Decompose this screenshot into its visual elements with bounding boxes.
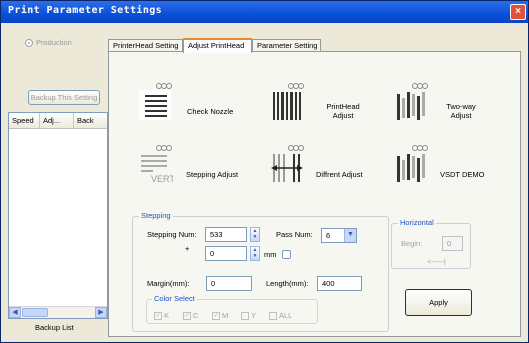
printhead-adjust-label[interactable]: PrintHead Adjust	[323, 102, 363, 120]
horizontal-arrow-text: <-----|	[427, 257, 446, 266]
mm-checkbox[interactable]	[282, 250, 291, 259]
two-way-adjust-icon[interactable]	[393, 82, 429, 122]
checkbox-box-icon	[269, 311, 277, 320]
color-m-label: M	[222, 311, 229, 320]
color-m-checkbox[interactable]: ✓ M	[212, 311, 228, 320]
tab-adjust-printhead[interactable]: Adjust PrintHead	[183, 38, 252, 53]
check-nozzle-icon[interactable]	[137, 82, 173, 122]
horizontal-scrollbar[interactable]: ◀ ▶	[9, 306, 107, 318]
mm-label: mm	[264, 250, 277, 259]
scroll-right-icon[interactable]: ▶	[95, 307, 107, 318]
column-header-speed[interactable]: Speed	[9, 113, 40, 128]
checkbox-box-icon	[241, 311, 249, 320]
diffrent-adjust-icon[interactable]	[269, 144, 305, 184]
scroll-left-icon[interactable]: ◀	[9, 307, 21, 318]
chevron-down-icon[interactable]: ▼	[344, 229, 356, 242]
stepping-adjust-label[interactable]: Stepping Adjust	[186, 170, 246, 179]
production-radio[interactable]: Production	[25, 38, 72, 47]
backup-list-header: Speed Adj... Back	[9, 113, 107, 129]
apply-button[interactable]: Apply	[405, 289, 472, 316]
offset-input[interactable]: 0	[205, 246, 247, 261]
backup-list-label: Backup List	[35, 323, 74, 332]
vsdt-demo-label[interactable]: VSDT DEMO	[440, 170, 490, 179]
stepping-adjust-icon[interactable]: VERT	[137, 144, 173, 184]
begin-label: Begin:	[401, 239, 423, 248]
vsdt-demo-icon[interactable]	[393, 144, 429, 184]
two-way-adjust-label[interactable]: Two-way Adjust	[441, 102, 481, 120]
production-radio-label: Production	[36, 38, 72, 47]
check-icon: ✓	[154, 311, 162, 320]
column-header-adjust[interactable]: Adj...	[40, 113, 74, 128]
stepping-num-input[interactable]: 533	[205, 227, 247, 242]
radio-icon	[25, 38, 33, 47]
color-all-checkbox[interactable]: ALL	[269, 311, 292, 320]
color-c-checkbox[interactable]: ✓ C	[183, 311, 198, 320]
svg-text:VERT: VERT	[151, 174, 173, 184]
color-y-checkbox[interactable]: Y	[241, 311, 256, 320]
length-input[interactable]: 400	[317, 276, 362, 291]
plus-label: +	[185, 244, 190, 253]
column-header-back[interactable]: Back	[74, 113, 107, 128]
check-nozzle-label[interactable]: Check Nozzle	[187, 107, 247, 116]
color-k-label: K	[164, 311, 170, 320]
stepping-num-label: Stepping Num:	[147, 230, 197, 239]
scroll-thumb[interactable]	[22, 308, 48, 317]
horizontal-group-title: Horizontal	[398, 218, 436, 227]
close-button[interactable]: ×	[510, 4, 526, 20]
color-c-label: C	[193, 311, 199, 320]
printhead-adjust-icon[interactable]	[269, 82, 305, 122]
color-select-title: Color Select	[152, 294, 197, 303]
margin-label: Margin(mm):	[147, 279, 190, 288]
offset-spinner[interactable]: ▲ ▼	[250, 246, 260, 261]
backup-list[interactable]: Speed Adj... Back ◀ ▶	[8, 112, 108, 319]
color-k-checkbox[interactable]: ✓ K	[154, 311, 169, 320]
length-label: Length(mm):	[266, 279, 309, 288]
color-all-label: ALL	[279, 311, 293, 320]
title-bar[interactable]: Print Parameter Settings ×	[1, 1, 528, 23]
stepping-group-title: Stepping	[139, 211, 173, 220]
backup-this-setting-button[interactable]: Backup This Setting	[28, 90, 100, 105]
margin-input[interactable]: 0	[206, 276, 252, 291]
window-title: Print Parameter Settings	[8, 5, 163, 16]
diffrent-adjust-label[interactable]: Diffrent Adjust	[316, 170, 376, 179]
check-icon: ✓	[183, 311, 191, 320]
begin-input[interactable]: 0	[442, 236, 463, 251]
settings-window: Print Parameter Settings × Production Ba…	[0, 0, 529, 343]
check-icon: ✓	[212, 311, 220, 320]
pass-num-value: 6	[326, 231, 331, 240]
pass-num-label: Pass Num:	[276, 230, 313, 239]
stepping-num-spinner[interactable]: ▲ ▼	[250, 227, 260, 242]
color-y-label: Y	[251, 311, 257, 320]
pass-num-select[interactable]: 6 ▼	[321, 228, 357, 243]
